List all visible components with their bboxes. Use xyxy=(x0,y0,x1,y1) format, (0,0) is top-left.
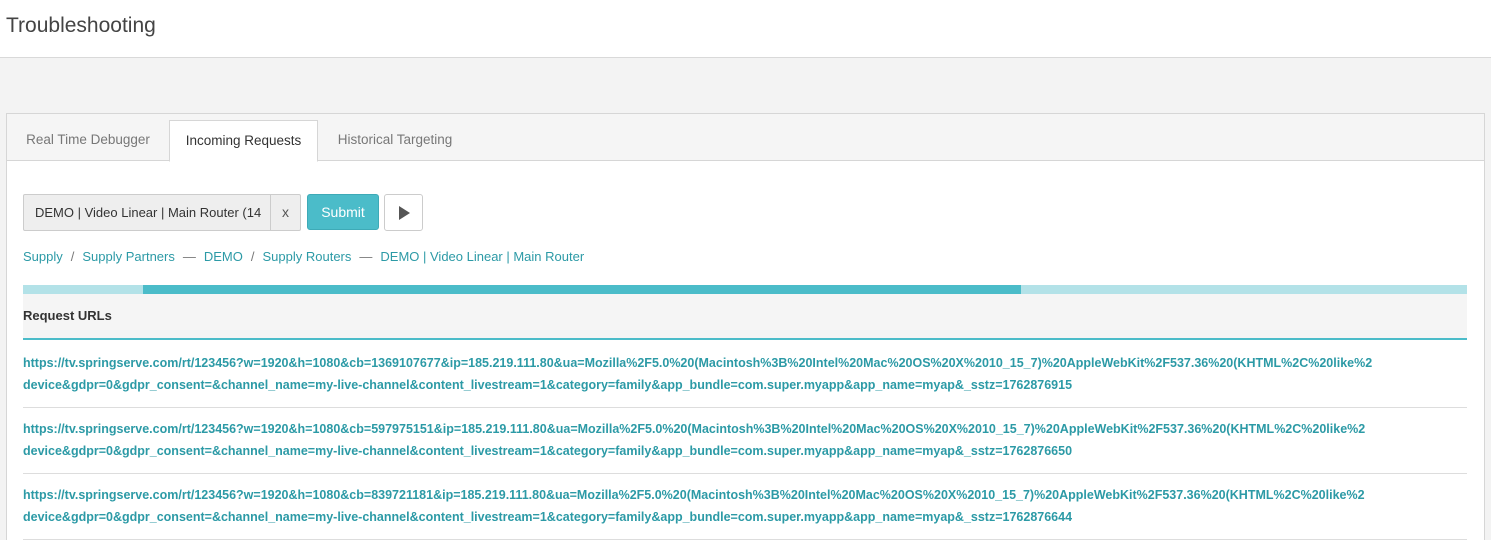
request-url-line[interactable]: https://tv.springserve.com/rt/123456?w=1… xyxy=(23,352,1467,374)
breadcrumb-supply-partners[interactable]: Supply Partners xyxy=(82,249,175,264)
loading-progress-fill xyxy=(142,285,1021,294)
tab-historical-targeting[interactable]: Historical Targeting xyxy=(318,120,472,161)
tab-real-time-debugger[interactable]: Real Time Debugger xyxy=(7,120,169,161)
request-url-row: https://tv.springserve.com/rt/123456?w=1… xyxy=(23,474,1467,540)
request-url-line[interactable]: device&gdpr=0&gdpr_consent=&channel_name… xyxy=(23,374,1467,396)
request-url-line[interactable]: https://tv.springserve.com/rt/123456?w=1… xyxy=(23,418,1467,440)
request-url-list: https://tv.springserve.com/rt/123456?w=1… xyxy=(23,342,1467,540)
page-title: Troubleshooting xyxy=(6,14,156,37)
breadcrumb-separator: — xyxy=(359,249,373,264)
breadcrumb-demo[interactable]: DEMO xyxy=(204,249,243,264)
troubleshooting-panel: Real Time Debugger Incoming Requests His… xyxy=(6,113,1485,540)
play-icon xyxy=(399,206,410,220)
request-url-row: https://tv.springserve.com/rt/123456?w=1… xyxy=(23,408,1467,474)
submit-button[interactable]: Submit xyxy=(307,194,379,230)
breadcrumb-main-router[interactable]: DEMO | Video Linear | Main Router xyxy=(380,249,584,264)
router-select-value[interactable]: DEMO | Video Linear | Main Router (14! xyxy=(35,195,261,230)
loading-progress-bar xyxy=(23,285,1467,294)
page-header: Troubleshooting xyxy=(0,0,1491,58)
request-url-line[interactable]: device&gdpr=0&gdpr_consent=&channel_name… xyxy=(23,506,1467,528)
breadcrumb-separator: / xyxy=(70,249,75,264)
breadcrumb-supply-routers[interactable]: Supply Routers xyxy=(263,249,352,264)
breadcrumb: Supply / Supply Partners — DEMO / Supply Route… xyxy=(23,249,584,269)
breadcrumb-separator: / xyxy=(250,249,255,264)
breadcrumb-separator: — xyxy=(182,249,196,264)
play-button[interactable] xyxy=(384,194,423,231)
request-urls-title: Request URLs xyxy=(23,308,112,323)
clear-selection-button[interactable]: x xyxy=(270,195,300,230)
router-select[interactable]: DEMO | Video Linear | Main Router (14! x xyxy=(23,194,301,231)
request-url-line[interactable]: device&gdpr=0&gdpr_consent=&channel_name… xyxy=(23,440,1467,462)
request-url-row: https://tv.springserve.com/rt/123456?w=1… xyxy=(23,342,1467,408)
tab-incoming-requests[interactable]: Incoming Requests xyxy=(169,120,318,162)
request-urls-header: Request URLs xyxy=(23,294,1467,340)
breadcrumb-supply[interactable]: Supply xyxy=(23,249,63,264)
tab-bar: Real Time Debugger Incoming Requests His… xyxy=(7,114,1484,162)
request-url-line[interactable]: https://tv.springserve.com/rt/123456?w=1… xyxy=(23,484,1467,506)
